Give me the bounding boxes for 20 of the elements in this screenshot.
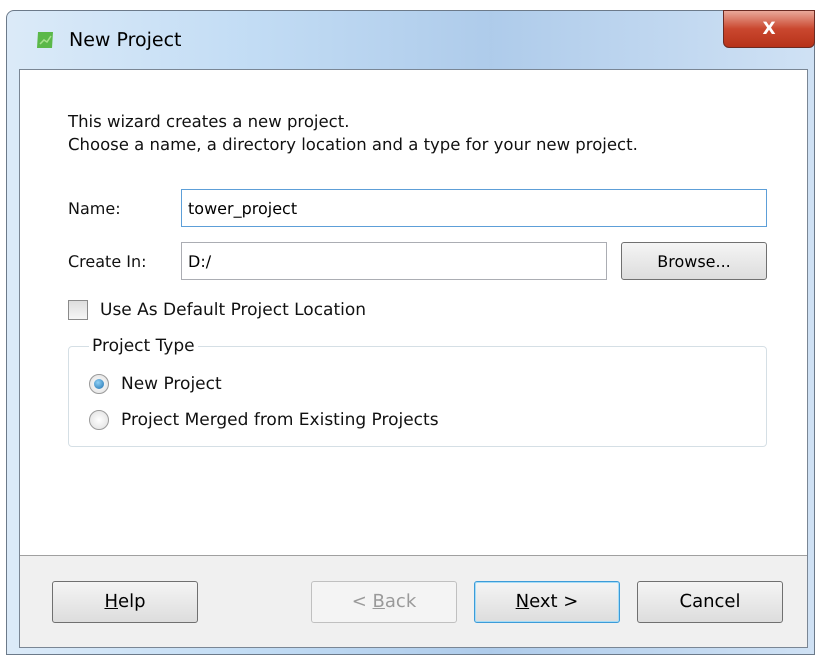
radio-label: Project Merged from Existing Projects [121,410,439,430]
radio-button[interactable] [89,410,109,430]
radio-label: New Project [121,374,222,394]
browse-button[interactable]: Browse... [621,242,767,280]
close-button[interactable]: X [723,10,815,48]
create-in-label: Create In: [68,252,148,270]
checkbox-label: Use As Default Project Location [100,300,366,320]
app-icon [35,30,55,50]
group-title: Project Type [91,336,196,356]
dialog-button[interactable]: Cancel [637,580,783,622]
name-label: Name: [68,198,122,218]
intro-text: This wizard creates a new project. [68,111,350,133]
radio-button[interactable] [89,374,109,394]
dialog-button[interactable]: Help [52,580,198,622]
checkbox[interactable] [68,300,88,320]
create-in-field[interactable]: D:/ [181,242,607,280]
intro-text: Choose a name, a directory location and a type for your new project. [68,134,639,156]
dialog-button[interactable]: Next > [474,580,620,622]
window-title: New Project [69,29,182,51]
name-field[interactable]: tower_project [181,189,767,227]
